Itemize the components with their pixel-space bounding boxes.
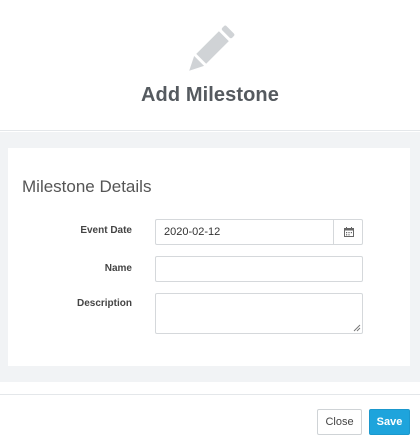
save-button[interactable]: Save: [369, 409, 410, 435]
calendar-button[interactable]: [333, 220, 362, 244]
panel-title: Milestone Details: [22, 177, 152, 196]
calendar-icon[interactable]: [344, 227, 354, 237]
event-date-input[interactable]: 2020-02-12: [155, 219, 363, 245]
close-button[interactable]: Close: [317, 409, 362, 435]
resize-grip-icon[interactable]: [353, 324, 361, 332]
event-date-label: Event Date: [80, 225, 132, 236]
description-textarea[interactable]: [155, 293, 363, 334]
pencil-icon: [189, 25, 235, 71]
milestone-details-panel: Milestone Details Event Date 2020-02-12 …: [8, 148, 410, 366]
event-date-value[interactable]: 2020-02-12: [164, 226, 220, 238]
modal-title: Add Milestone: [141, 84, 279, 106]
description-label: Description: [76, 298, 132, 309]
modal-footer: Close Save: [0, 394, 420, 443]
name-input[interactable]: [155, 256, 363, 282]
name-label: Name: [104, 263, 132, 274]
modal-body: Milestone Details Event Date 2020-02-12 …: [0, 132, 420, 382]
modal-header: Add Milestone: [0, 0, 420, 131]
